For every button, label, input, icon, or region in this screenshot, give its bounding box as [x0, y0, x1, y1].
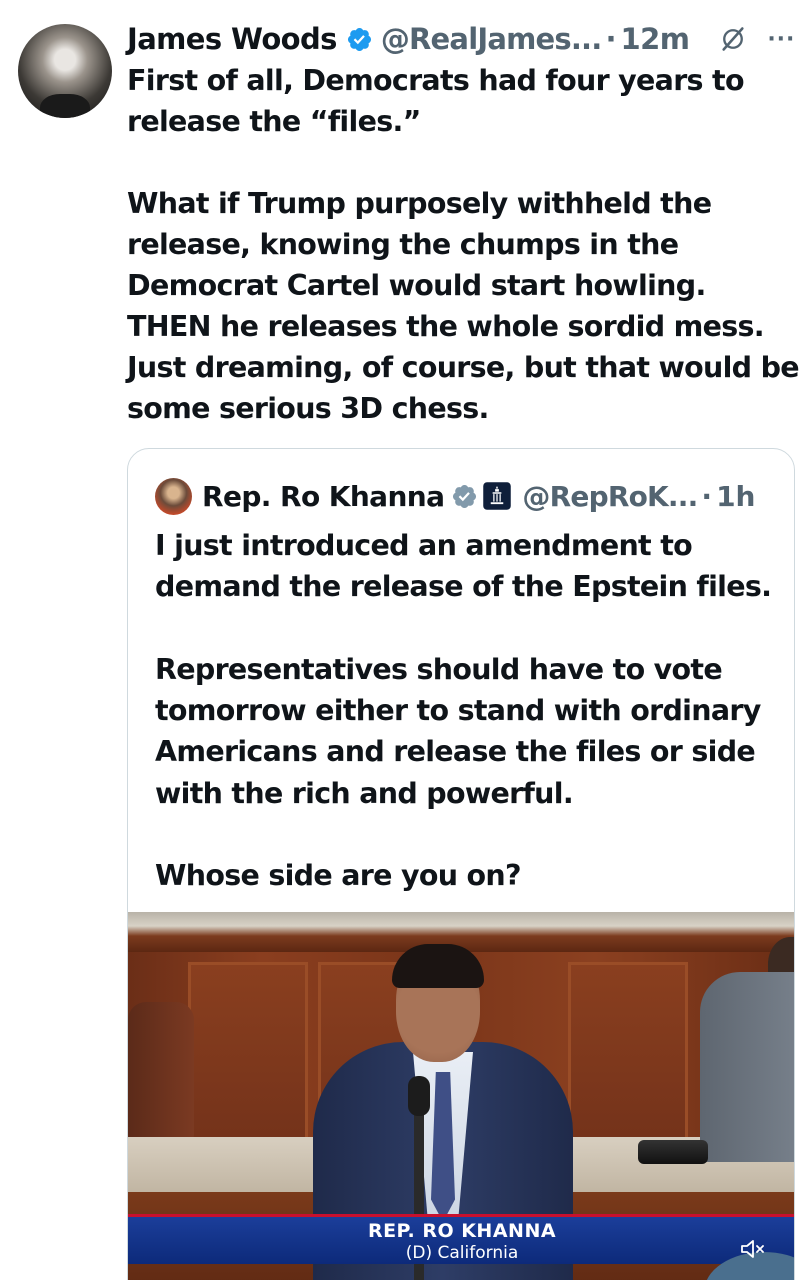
- wall-panel: [188, 962, 308, 1152]
- side-person: [700, 972, 794, 1162]
- wall-panel: [568, 962, 688, 1152]
- quoted-tweet-time[interactable]: 1h: [716, 480, 755, 513]
- video-lower-third: REP. RO KHANNA (D) California: [128, 1214, 794, 1264]
- tweet-text: First of all, Democrats had four years t…: [127, 64, 800, 425]
- tweet-header: James Woods @RealJames... · 12m ···: [127, 18, 799, 60]
- quoted-author-avatar[interactable]: [155, 477, 192, 515]
- chair: [128, 1002, 194, 1152]
- verified-badge-icon[interactable]: [451, 483, 478, 510]
- more-icon[interactable]: ···: [767, 27, 795, 52]
- government-badge-icon[interactable]: [482, 481, 512, 511]
- quoted-tweet[interactable]: Rep. Ro Khanna @RepRoK... · 1h I just in…: [127, 448, 795, 1280]
- quoted-author-handle[interactable]: @RepRoK...: [522, 480, 698, 513]
- grok-icon[interactable]: [719, 25, 747, 53]
- quoted-tweet-text: I just introduced an amendment to demand…: [155, 529, 772, 893]
- tweet-time[interactable]: 12m: [621, 22, 690, 56]
- author-handle[interactable]: @RealJames...: [381, 22, 602, 56]
- microphone: [408, 1076, 430, 1116]
- mute-icon[interactable]: [740, 1238, 766, 1260]
- author-name[interactable]: James Woods: [127, 22, 337, 56]
- separator-dot: ·: [605, 22, 617, 56]
- quoted-tweet-header: Rep. Ro Khanna @RepRoK... · 1h: [155, 477, 755, 515]
- stapler: [638, 1140, 708, 1164]
- separator-dot: ·: [701, 479, 713, 513]
- author-avatar[interactable]: [18, 24, 112, 118]
- verified-badge-icon[interactable]: [346, 26, 373, 53]
- lower-third-subtitle: (D) California: [405, 1243, 519, 1263]
- quoted-author-name[interactable]: Rep. Ro Khanna: [202, 480, 445, 513]
- video-player[interactable]: REP. RO KHANNA (D) California: [128, 912, 794, 1280]
- lower-third-name: REP. RO KHANNA: [367, 1220, 557, 1242]
